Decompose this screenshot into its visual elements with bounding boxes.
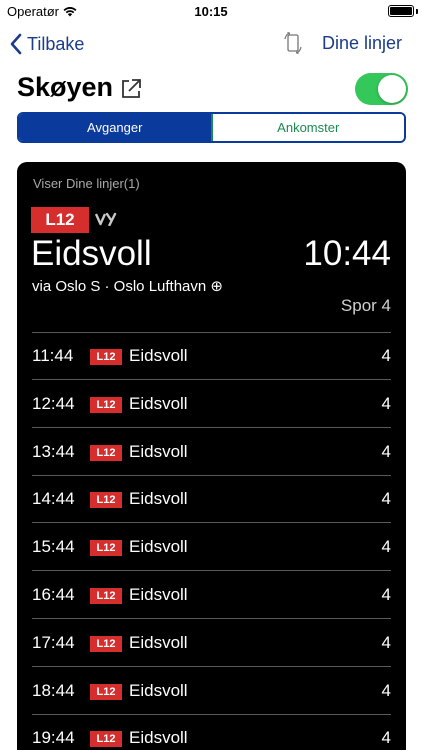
line-badge: L12: [31, 207, 89, 233]
departure-time: 16:44: [32, 585, 75, 604]
departure-row[interactable]: 15:44 L12 Eidsvoll 4: [32, 524, 391, 572]
departure-row[interactable]: 11:44 L12 Eidsvoll 4: [32, 333, 391, 380]
departure-row[interactable]: 13:44 L12 Eidsvoll 4: [32, 429, 391, 476]
departure-track: 4: [381, 537, 391, 557]
departure-row[interactable]: 16:44 L12 Eidsvoll 4: [32, 572, 391, 619]
back-label: Tilbake: [27, 33, 85, 54]
departure-track: 4: [381, 632, 391, 652]
departure-row[interactable]: 17:44 L12 Eidsvoll 4: [32, 620, 391, 667]
departure-track: 4: [381, 680, 391, 700]
departure-track: 4: [381, 441, 391, 461]
departure-track: 4: [381, 393, 391, 413]
line-badge-small: L12: [90, 396, 122, 413]
rotate-device-icon[interactable]: [282, 30, 304, 56]
status-time: 10:15: [194, 4, 228, 19]
line-badge-small: L12: [90, 540, 122, 557]
departure-destination: Eidsvoll: [129, 585, 188, 604]
departure-track: 4: [381, 346, 391, 365]
line-badge-small: L12: [90, 588, 122, 604]
departure-time: 14:44: [32, 489, 75, 509]
departure-time: 13:44: [32, 441, 75, 461]
status-bar: Operatør 10:15: [0, 0, 422, 24]
departure-destination: Eidsvoll: [129, 489, 188, 509]
departure-time: 17:44: [32, 632, 75, 652]
departure-time: 11:44: [32, 346, 74, 365]
station-title: Skøyen: [17, 72, 114, 102]
departure-destination: Eidsvoll: [129, 632, 188, 652]
tab-departures[interactable]: Avganger: [19, 114, 211, 141]
external-link-icon[interactable]: [119, 77, 143, 101]
line-badge-small: L12: [90, 683, 122, 700]
favorite-toggle[interactable]: [355, 73, 408, 105]
chevron-left-icon: [10, 33, 22, 55]
next-departure-time: 10:44: [303, 234, 391, 273]
departure-track: 4: [381, 489, 391, 509]
toggle-knob: [378, 75, 406, 103]
departure-track: 4: [381, 728, 391, 748]
battery-tip: [416, 9, 418, 14]
next-destination: Eidsvoll: [31, 234, 152, 273]
line-badge-small: L12: [90, 731, 122, 748]
vy-logo-icon: [95, 212, 117, 226]
back-button[interactable]: Tilbake: [10, 30, 84, 58]
departure-destination: Eidsvoll: [129, 346, 188, 365]
departure-time: 15:44: [32, 537, 75, 557]
board-subtitle: Viser Dine linjer(1): [33, 176, 140, 191]
tab-arrivals[interactable]: Ankomster: [210, 114, 404, 141]
battery-icon: [388, 5, 414, 17]
departures-arrivals-segmented: Avganger Ankomster: [17, 112, 406, 143]
departure-board: Viser Dine linjer(1) L12 Eidsvoll 10:44 …: [17, 162, 406, 750]
line-badge-small: L12: [90, 492, 122, 509]
departure-row[interactable]: 18:44 L12 Eidsvoll 4: [32, 668, 391, 715]
departure-row[interactable]: 19:44 L12 Eidsvoll 4: [32, 715, 391, 750]
departure-destination: Eidsvoll: [129, 537, 188, 557]
departure-row[interactable]: 14:44 L12 Eidsvoll 4: [32, 476, 391, 524]
departure-row[interactable]: 12:44 L12 Eidsvoll 4: [32, 381, 391, 428]
departure-time: 19:44: [32, 728, 75, 748]
via-stops[interactable]: via Oslo S · Oslo Lufthavn ⊕: [32, 277, 223, 295]
line-badge-small: L12: [90, 444, 122, 461]
departure-time: 12:44: [32, 393, 75, 413]
departure-track: 4: [381, 585, 391, 604]
line-badge-small: L12: [90, 635, 122, 652]
departure-time: 18:44: [32, 680, 75, 700]
dine-linjer-button[interactable]: Dine linjer: [322, 33, 402, 54]
next-track: Spor 4: [340, 296, 391, 315]
departure-destination: Eidsvoll: [129, 728, 188, 748]
line-badge-small: L12: [90, 349, 122, 365]
departure-destination: Eidsvoll: [129, 680, 188, 700]
departure-destination: Eidsvoll: [129, 441, 188, 461]
departure-destination: Eidsvoll: [129, 393, 188, 413]
